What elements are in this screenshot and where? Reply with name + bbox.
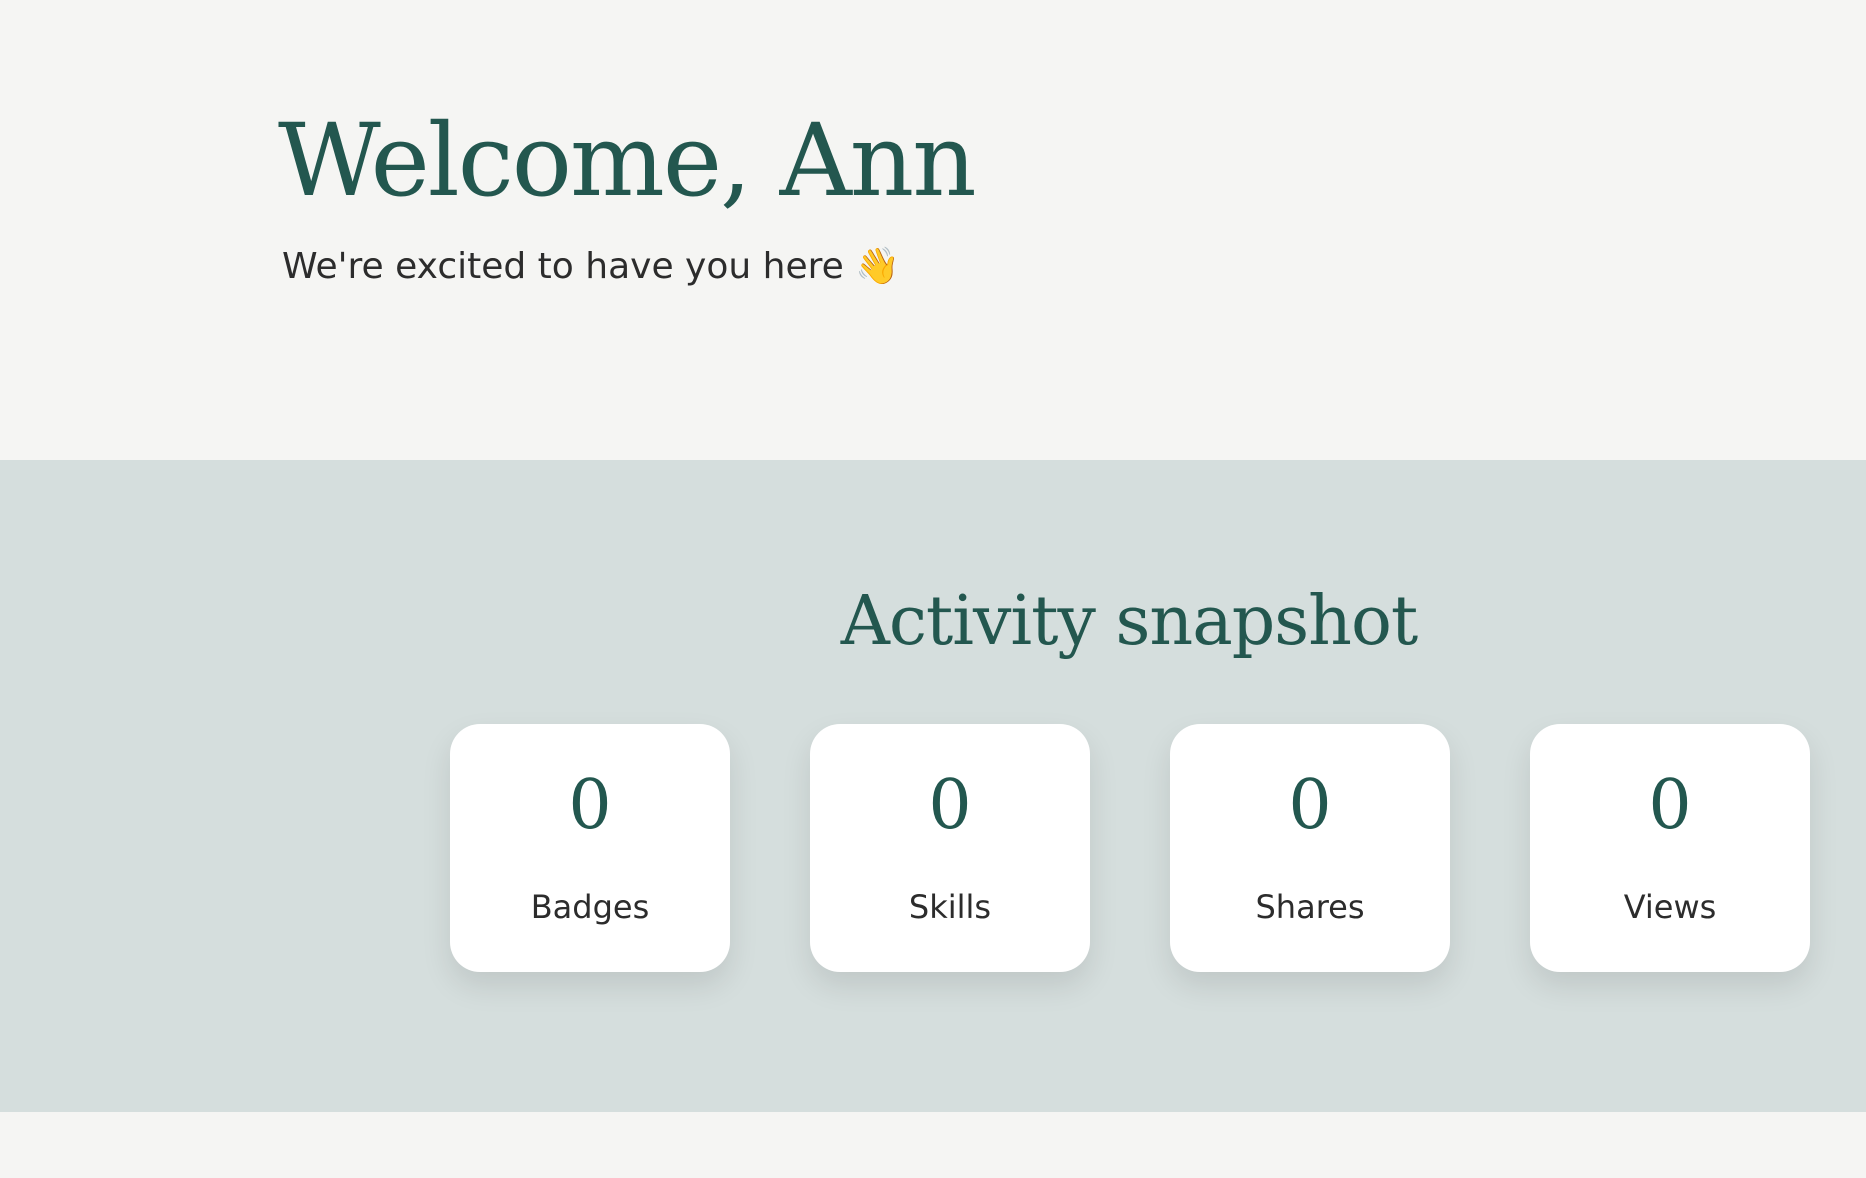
stat-card-skills: 0 Skills	[810, 724, 1090, 972]
activity-snapshot-title: Activity snapshot	[840, 582, 1419, 661]
stat-card-views: 0 Views	[1530, 724, 1810, 972]
welcome-hero: Welcome, Ann We're excited to have you h…	[0, 0, 1866, 460]
welcome-title: Welcome, Ann	[278, 102, 977, 219]
stat-value: 0	[1288, 766, 1332, 845]
stat-label: Views	[1623, 888, 1717, 926]
stat-card-badges: 0 Badges	[450, 724, 730, 972]
stat-card-shares: 0 Shares	[1170, 724, 1450, 972]
stat-value: 0	[928, 766, 972, 845]
stat-label: Badges	[530, 888, 650, 926]
footer-band	[0, 1112, 1866, 1178]
stat-label: Shares	[1255, 888, 1365, 926]
stat-value: 0	[1648, 766, 1692, 845]
activity-snapshot-section: Activity snapshot 0 Badges 0 Skills 0 Sh…	[0, 460, 1866, 1112]
welcome-subtitle: We're excited to have you here 👋	[282, 246, 901, 287]
stat-label: Skills	[908, 888, 992, 926]
stat-value: 0	[568, 766, 612, 845]
